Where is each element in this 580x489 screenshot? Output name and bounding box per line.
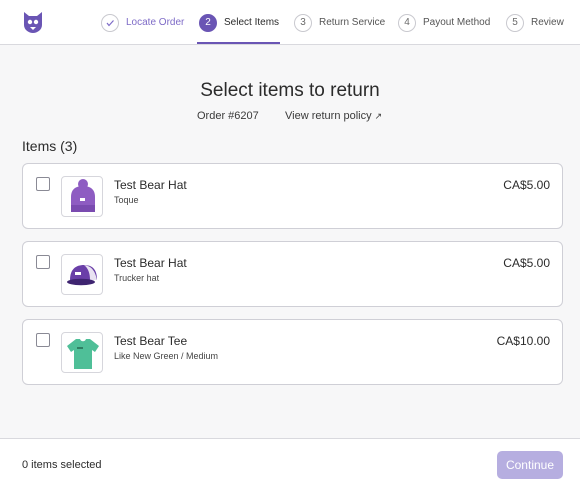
step-number: 3 — [294, 13, 312, 32]
order-number: Order #6207 — [197, 110, 259, 122]
step-label: Return Service — [319, 17, 386, 28]
toque-hat-icon — [71, 179, 95, 212]
tshirt-icon — [67, 339, 99, 369]
external-link-icon: ↗ — [374, 111, 383, 121]
item-card[interactable]: Test Bear Hat Trucker hat CA$5.00 — [22, 241, 563, 307]
item-price: CA$10.00 — [496, 334, 550, 348]
item-checkbox[interactable] — [36, 177, 50, 191]
trucker-hat-icon — [67, 265, 97, 286]
brand-logo-icon — [24, 12, 42, 33]
step-number: 4 — [398, 13, 416, 32]
step-return-service[interactable]: 3 Return Service — [294, 0, 385, 45]
item-name: Test Bear Hat — [114, 256, 187, 270]
item-name: Test Bear Hat — [114, 178, 187, 192]
return-policy-link[interactable]: View return policy ↗ — [285, 110, 382, 122]
stepper-header: Locate Order 2 Select Items 3 Return Ser… — [0, 0, 580, 45]
items-heading: Items (3) — [22, 138, 78, 154]
step-number: 5 — [506, 13, 524, 32]
step-locate-order[interactable]: Locate Order — [101, 0, 184, 45]
checkmark-icon — [101, 13, 119, 32]
item-variant: Trucker hat — [114, 273, 160, 283]
item-variant: Toque — [114, 195, 139, 205]
item-variant: Like New Green / Medium — [114, 351, 219, 361]
item-checkbox[interactable] — [36, 333, 50, 347]
selected-count: 0 items selected — [22, 459, 102, 471]
product-thumbnail — [61, 176, 103, 217]
step-label: Review — [531, 17, 564, 28]
step-review[interactable]: 5 Review — [506, 0, 564, 45]
item-card[interactable]: Test Bear Hat Toque CA$5.00 — [22, 163, 563, 229]
return-policy-label: View return policy — [285, 110, 372, 122]
product-thumbnail — [61, 254, 103, 295]
step-number: 2 — [199, 13, 217, 32]
item-card[interactable]: Test Bear Tee Like New Green / Medium CA… — [22, 319, 563, 385]
page-title: Select items to return — [200, 80, 380, 101]
step-label: Locate Order — [126, 17, 185, 28]
item-checkbox[interactable] — [36, 255, 50, 269]
footer-bar: 0 items selected Continue — [0, 438, 580, 489]
item-price: CA$5.00 — [503, 256, 550, 270]
active-step-indicator — [197, 42, 280, 44]
continue-button[interactable]: Continue — [497, 451, 563, 479]
step-label: Select Items — [224, 17, 280, 28]
step-select-items[interactable]: 2 Select Items — [199, 0, 279, 45]
step-label: Payout Method — [423, 17, 491, 28]
step-payout-method[interactable]: 4 Payout Method — [398, 0, 490, 45]
product-thumbnail — [61, 332, 103, 373]
item-price: CA$5.00 — [503, 178, 550, 192]
item-name: Test Bear Tee — [114, 334, 188, 348]
